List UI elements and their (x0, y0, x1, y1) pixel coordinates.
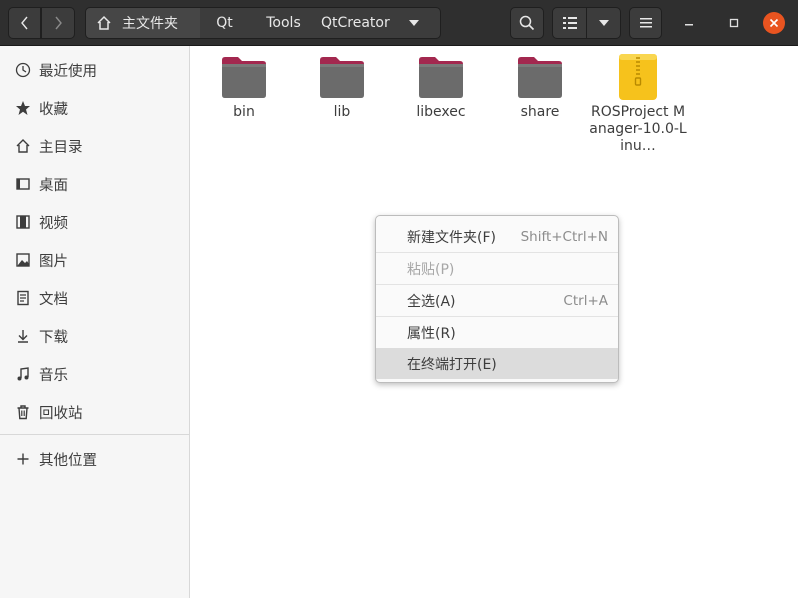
menu-item-properties[interactable]: 属性(R) (376, 317, 618, 348)
dropdown-arrow-icon (408, 20, 419, 26)
chevron-left-icon (20, 16, 28, 30)
sidebar-item-documents[interactable]: 文档 (0, 279, 189, 317)
folder-icon (222, 57, 266, 98)
menu-item-label: 在终端打开(E) (407, 356, 497, 373)
trash-icon (14, 404, 31, 421)
sidebar-item-label: 收藏 (39, 101, 68, 118)
minimize-button[interactable] (678, 12, 700, 34)
sidebar-item-trash[interactable]: 回收站 (0, 393, 189, 431)
sidebar-separator (0, 434, 189, 435)
file-name: lib (333, 104, 351, 120)
sidebar-item-label: 其他位置 (39, 452, 97, 469)
search-button[interactable] (510, 7, 544, 39)
view-options-dropdown[interactable] (586, 7, 621, 39)
sidebar-item-recent[interactable]: 最近使用 (0, 51, 189, 89)
file-item-bin[interactable]: bin (194, 54, 294, 121)
breadcrumb-label: QtCreator (321, 15, 390, 31)
breadcrumb-home[interactable]: 主文件夹 (85, 7, 201, 39)
file-name: share (520, 104, 560, 120)
dropdown-arrow-icon (598, 20, 609, 26)
menu-item-new-folder[interactable]: 新建文件夹(F) Shift+Ctrl+N (376, 221, 618, 252)
maximize-icon (729, 18, 739, 28)
sidebar-item-label: 主目录 (39, 139, 83, 156)
file-name: bin (233, 104, 255, 120)
sidebar-item-downloads[interactable]: 下载 (0, 317, 189, 355)
back-button[interactable] (8, 7, 41, 39)
menu-item-label: 新建文件夹(F) (407, 229, 496, 246)
sidebar: 最近使用 收藏 主目录 桌面 视频 图片 文档 下载 音乐 回收站 其他位置 (0, 46, 190, 598)
menu-item-paste[interactable]: 粘贴(P) (376, 253, 618, 284)
sidebar-item-pictures[interactable]: 图片 (0, 241, 189, 279)
file-item-archive[interactable]: ROSProject Manager-10.0-Linu… (588, 54, 688, 155)
document-icon (14, 290, 31, 307)
folder-icon (518, 57, 562, 98)
plus-icon (14, 451, 31, 468)
sidebar-item-label: 最近使用 (39, 63, 97, 80)
sidebar-item-desktop[interactable]: 桌面 (0, 165, 189, 203)
sidebar-item-label: 音乐 (39, 367, 68, 384)
breadcrumb-qt[interactable]: Qt (200, 7, 250, 39)
file-item-share[interactable]: share (490, 54, 590, 121)
main-menu-button[interactable] (629, 7, 662, 39)
breadcrumb-tools[interactable]: Tools (249, 7, 319, 39)
clock-icon (14, 62, 31, 79)
view-toggle-button[interactable] (552, 7, 587, 39)
file-item-libexec[interactable]: libexec (391, 54, 491, 121)
search-icon (519, 15, 535, 31)
sidebar-item-videos[interactable]: 视频 (0, 203, 189, 241)
breadcrumb-label: 主文件夹 (122, 16, 178, 32)
forward-button[interactable] (41, 7, 75, 39)
home-icon (14, 138, 31, 155)
hamburger-icon (639, 18, 652, 28)
folder-icon (419, 57, 463, 98)
film-icon (14, 214, 31, 231)
sidebar-item-label: 视频 (39, 215, 68, 232)
sidebar-item-label: 图片 (39, 253, 68, 270)
menu-item-shortcut: Ctrl+A (563, 292, 608, 309)
sidebar-item-music[interactable]: 音乐 (0, 355, 189, 393)
list-view-icon (562, 17, 577, 29)
sidebar-item-label: 文档 (39, 291, 68, 308)
sidebar-item-label: 回收站 (39, 405, 83, 422)
maximize-button[interactable] (723, 12, 745, 34)
zip-archive-icon (619, 54, 657, 100)
minimize-icon (685, 24, 693, 26)
breadcrumb-qtcreator[interactable]: QtCreator (318, 7, 441, 39)
file-name: libexec (416, 104, 466, 120)
chevron-right-icon (55, 16, 62, 30)
close-icon (769, 18, 779, 28)
menu-item-shortcut: Shift+Ctrl+N (520, 228, 608, 245)
menu-item-select-all[interactable]: 全选(A) Ctrl+A (376, 285, 618, 316)
desktop-icon (14, 176, 31, 193)
star-icon (14, 100, 31, 117)
menu-item-label: 属性(R) (407, 325, 456, 342)
image-icon (14, 252, 31, 269)
folder-icon (320, 57, 364, 98)
sidebar-item-label: 下载 (39, 329, 68, 346)
sidebar-item-home[interactable]: 主目录 (0, 127, 189, 165)
context-menu: 新建文件夹(F) Shift+Ctrl+N 粘贴(P) 全选(A) Ctrl+A… (375, 215, 619, 383)
music-icon (14, 366, 31, 383)
download-icon (14, 328, 31, 345)
home-icon (97, 15, 111, 30)
menu-item-open-in-terminal[interactable]: 在终端打开(E) (376, 348, 618, 379)
breadcrumb-label: Tools (266, 15, 301, 31)
menu-item-label: 粘贴(P) (407, 261, 455, 278)
close-button[interactable] (763, 12, 785, 34)
file-item-lib[interactable]: lib (292, 54, 392, 121)
sidebar-item-other-locations[interactable]: 其他位置 (0, 440, 189, 478)
menu-item-label: 全选(A) (407, 293, 456, 310)
sidebar-item-starred[interactable]: 收藏 (0, 89, 189, 127)
header-bar: 主文件夹 Qt Tools QtCreator (0, 0, 798, 46)
file-name: ROSProject Manager-10.0-Linu… (589, 104, 687, 154)
breadcrumb-label: Qt (216, 15, 233, 31)
sidebar-item-label: 桌面 (39, 177, 68, 194)
